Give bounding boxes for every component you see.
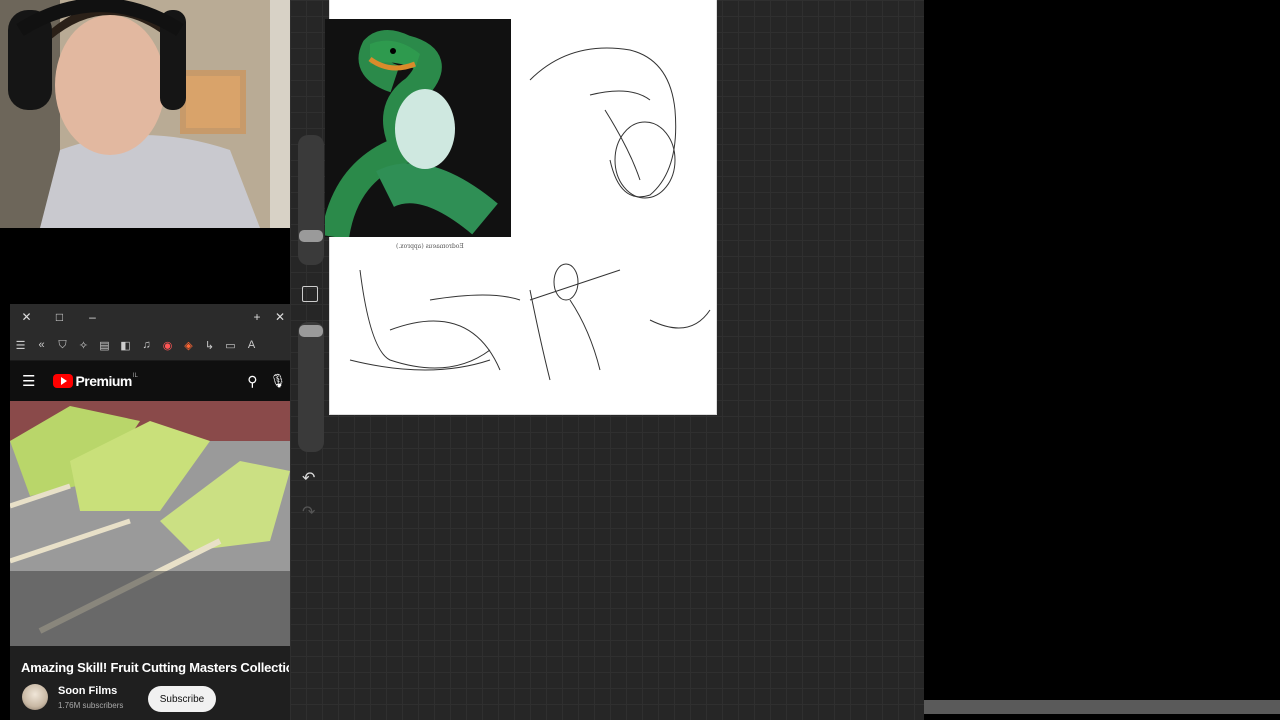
shield-icon[interactable]: ⛉ [52,339,73,352]
video-title[interactable]: Amazing Skill! Fruit Cutting Masters Col… [21,660,289,675]
reading-list-icon[interactable]: ▤ [94,339,115,352]
extensions-icon[interactable]: ✧ [73,339,94,352]
channel-subscriber-count: 1.76M subscribers [58,701,124,710]
brush-size-thumb[interactable] [299,230,323,242]
channel-name[interactable]: Soon Films [58,685,117,697]
youtube-logo[interactable]: Premium IL [53,373,138,389]
modify-button[interactable] [302,286,318,302]
restore-window-button[interactable]: □ [43,310,76,324]
right-panel-scrollbar[interactable] [924,700,1280,714]
reference-photo[interactable] [321,19,511,240]
subscribe-button[interactable]: Subscribe [148,686,216,712]
video-frame [10,401,290,646]
snake-image [321,19,511,240]
youtube-brand: Premium [75,373,132,389]
brave-shields-icon[interactable]: ◈ [178,339,199,352]
opacity-slider[interactable] [298,322,324,452]
close-window-button[interactable]: ✕ [10,310,43,324]
back-double-icon[interactable]: « [31,339,52,351]
reference-caption: Eodromaeus (approx.) [396,243,464,250]
translate-icon[interactable]: A [241,339,262,351]
redo-icon[interactable]: ↷ [302,502,315,522]
webcam-image [0,0,298,228]
hamburger-menu-icon[interactable]: ☰ [22,372,35,390]
webcam-feed [0,0,298,228]
microphone-icon[interactable]: 🎙 [269,373,286,389]
brave-rewards-icon[interactable]: ◉ [157,339,178,352]
music-icon[interactable]: ♫ [136,339,157,351]
browser-window: ✕ □ – + ✕ ☰ « ⛉ ✧ ▤ ◧ ♫ ◉ ◈ ↳ ▭ A ☰ Prem… [10,304,290,720]
webcam-letterbox [0,228,290,304]
browser-toolbar: ☰ « ⛉ ✧ ▤ ◧ ♫ ◉ ◈ ↳ ▭ A [10,330,290,361]
video-player[interactable] [10,401,290,646]
minimize-window-button[interactable]: – [76,310,109,324]
menu-icon[interactable]: ☰ [10,339,31,352]
youtube-play-icon [53,374,74,388]
tab-close-button[interactable]: ✕ [270,310,290,324]
share-icon[interactable]: ↳ [199,339,220,352]
channel-avatar[interactable] [22,684,48,710]
search-icon[interactable]: ⚲ [247,373,257,390]
youtube-region: IL [132,373,138,379]
cast-icon[interactable]: ▭ [220,339,241,352]
undo-icon[interactable]: ↶ [302,468,315,488]
browser-titlebar: ✕ □ – + ✕ [10,304,290,330]
right-empty-panel [924,0,1280,720]
sidebar-icon[interactable]: ◧ [115,339,136,352]
youtube-header: ☰ Premium IL ⚲ 🎙 [10,361,290,401]
new-tab-button[interactable]: + [244,310,270,324]
opacity-thumb[interactable] [299,325,323,337]
brush-size-slider[interactable] [298,135,324,265]
